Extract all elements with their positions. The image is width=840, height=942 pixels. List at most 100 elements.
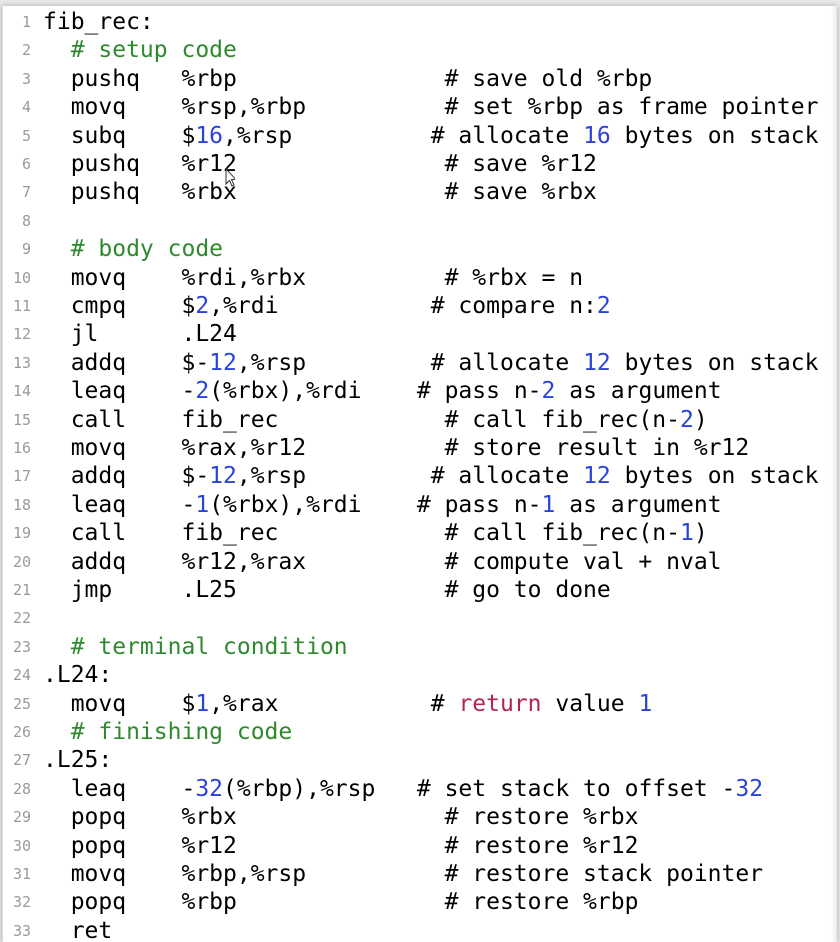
line-number: 10 — [12, 268, 31, 287]
code-line[interactable]: 4 movq %rsp,%rbp # set %rbp as frame poi… — [3, 93, 837, 121]
token-text: ) — [693, 520, 708, 547]
line-number: 5 — [21, 126, 31, 145]
code-line[interactable]: 12 jl .L24 — [3, 320, 837, 348]
token-text: (%rbx),%rdi # pass n- — [209, 378, 542, 405]
code-line[interactable]: 20 addq %r12,%rax # compute val + nval — [3, 548, 837, 576]
line-number: 2 — [21, 41, 31, 60]
text-cursor-icon — [225, 168, 235, 187]
line-number: 21 — [12, 581, 31, 599]
code-line[interactable]: 25 movq $1,%rax # return value 1 — [3, 690, 837, 718]
token-text: ,%rsp # allocate — [223, 122, 584, 149]
code-line[interactable]: 8 — [3, 207, 837, 235]
code-text: addq $-12,%rsp # allocate 12 bytes on st… — [43, 349, 819, 377]
code-text: call fib_rec # call fib_rec(n-1) — [43, 519, 708, 547]
token-text: (%rbx),%rdi # pass n- — [209, 491, 542, 518]
code-text: leaq -1(%rbx),%rdi # pass n-1 as argumen… — [43, 491, 722, 519]
token-text: movq %rbp,%rsp # restore stack pointer — [43, 861, 764, 887]
code-text: movq %rbp,%rsp # restore stack pointer — [43, 860, 763, 888]
code-line[interactable]: 18 leaq -1(%rbx),%rdi # pass n-1 as argu… — [3, 491, 837, 519]
token-text: (%rbp),%rsp # set stack to offset - — [223, 775, 736, 802]
code-line[interactable]: 2 # setup code — [3, 36, 837, 64]
code-text: cmpq $2,%rdi # compare n:2 — [43, 292, 611, 320]
code-line[interactable]: 27 .L25: — [3, 746, 837, 774]
token-text: leaq - — [43, 491, 196, 518]
code-line[interactable]: 32 popq %rbp # restore %rbp — [3, 888, 837, 916]
token-num: 16 — [583, 122, 611, 149]
line-number: 23 — [12, 637, 31, 656]
code-line[interactable]: 30 popq %r12 # restore %r12 — [3, 832, 837, 860]
token-text: bytes on stack — [610, 349, 819, 376]
line-number: 30 — [12, 836, 31, 855]
token-num: 1 — [195, 690, 210, 717]
code-text: popq %r12 # restore %r12 — [43, 832, 639, 860]
line-number: 8 — [21, 211, 31, 230]
code-line[interactable]: 26 # finishing code — [3, 718, 837, 746]
token-num: 12 — [209, 349, 237, 376]
token-text: addq $- — [43, 349, 210, 376]
token-text: value — [541, 690, 639, 717]
code-text: addq %r12,%rax # compute val + nval — [43, 548, 722, 576]
code-line[interactable]: 9 # body code — [3, 235, 837, 263]
line-number: 14 — [12, 382, 31, 401]
token-text: popq %rbx # restore %rbx — [43, 804, 639, 831]
code-line[interactable]: 5 subq $16,%rsp # allocate 16 bytes on s… — [3, 122, 837, 150]
code-text: jmp .L25 # go to done — [43, 576, 611, 604]
code-text: leaq -2(%rbx),%rdi # pass n-2 as argumen… — [43, 377, 722, 405]
code-text: # finishing code — [43, 718, 293, 746]
token-text: bytes on stack — [610, 463, 819, 490]
token-comment: # body code — [43, 236, 224, 263]
code-line[interactable]: 17 addq $-12,%rsp # allocate 12 bytes on… — [3, 462, 837, 490]
line-number: 25 — [12, 694, 31, 713]
code-line[interactable]: 11 cmpq $2,%rdi # compare n:2 — [3, 292, 837, 320]
code-line[interactable]: 10 movq %rdi,%rbx # %rbx = n — [3, 264, 837, 292]
token-num: 1 — [195, 491, 210, 518]
code-line[interactable]: 24 .L24: — [3, 661, 837, 689]
code-text: call fib_rec # call fib_rec(n-2) — [43, 406, 708, 434]
code-line[interactable]: 28 leaq -32(%rbp),%rsp # set stack to of… — [3, 775, 837, 803]
code-line[interactable]: 1 fib_rec: — [3, 8, 837, 36]
line-number: 20 — [12, 552, 31, 571]
code-line[interactable]: 14 leaq -2(%rbx),%rdi # pass n-2 as argu… — [3, 377, 837, 405]
code-text: ret — [43, 917, 113, 942]
token-text: jmp .L25 # go to done — [43, 577, 611, 603]
line-number: 32 — [12, 893, 31, 912]
token-num: 2 — [679, 406, 694, 433]
code-line[interactable]: 22 — [3, 604, 837, 632]
code-line[interactable]: 16 movq %rax,%r12 # store result in %r12 — [3, 434, 837, 462]
code-line[interactable]: 19 call fib_rec # call fib_rec(n-1) — [3, 519, 837, 547]
line-number: 3 — [21, 69, 31, 88]
code-line[interactable]: 13 addq $-12,%rsp # allocate 12 bytes on… — [3, 349, 837, 377]
line-number: 1 — [21, 13, 31, 31]
line-number: 13 — [12, 353, 31, 372]
code-line[interactable]: 33 ret — [3, 917, 837, 942]
line-number: 19 — [12, 524, 31, 543]
line-number: 9 — [21, 240, 31, 259]
token-text: bytes on stack — [610, 122, 819, 149]
code-text: .L25: — [43, 746, 112, 774]
line-number: 7 — [21, 183, 31, 202]
token-text: as argument — [555, 378, 722, 405]
code-line[interactable]: 21 jmp .L25 # go to done — [3, 576, 837, 604]
token-num: 32 — [195, 775, 224, 802]
token-text: .L24: — [43, 662, 113, 689]
token-num: 12 — [583, 463, 611, 490]
token-text: leaq - — [43, 378, 196, 405]
code-text: # terminal condition — [43, 633, 348, 661]
code-line[interactable]: 31 movq %rbp,%rsp # restore stack pointe… — [3, 860, 837, 888]
line-number: 17 — [12, 467, 31, 486]
token-num: 32 — [735, 775, 764, 802]
code-line[interactable]: 7 pushq %rbx # save %rbx — [3, 178, 837, 206]
line-number: 6 — [21, 155, 31, 173]
code-line[interactable]: 3 pushq %rbp # save old %rbp — [3, 65, 837, 93]
code-line[interactable]: 29 popq %rbx # restore %rbx — [3, 803, 837, 831]
code-text: jl .L24 — [43, 320, 237, 348]
code-text: leaq -32(%rbp),%rsp # set stack to offse… — [43, 775, 763, 803]
code-line[interactable]: 23 # terminal condition — [3, 633, 837, 661]
code-text: movq $1,%rax # return value 1 — [43, 690, 653, 718]
code-line[interactable]: 6 pushq %r12 # save %r12 — [3, 150, 837, 178]
token-num: 1 — [679, 520, 694, 547]
token-num: 1 — [541, 491, 556, 518]
code-editor[interactable]: 1 fib_rec: 2 # setup code 3 pushq %rbp # sa… — [2, 6, 837, 942]
token-text: leaq - — [43, 775, 196, 802]
code-line[interactable]: 15 call fib_rec # call fib_rec(n-2) — [3, 406, 837, 434]
